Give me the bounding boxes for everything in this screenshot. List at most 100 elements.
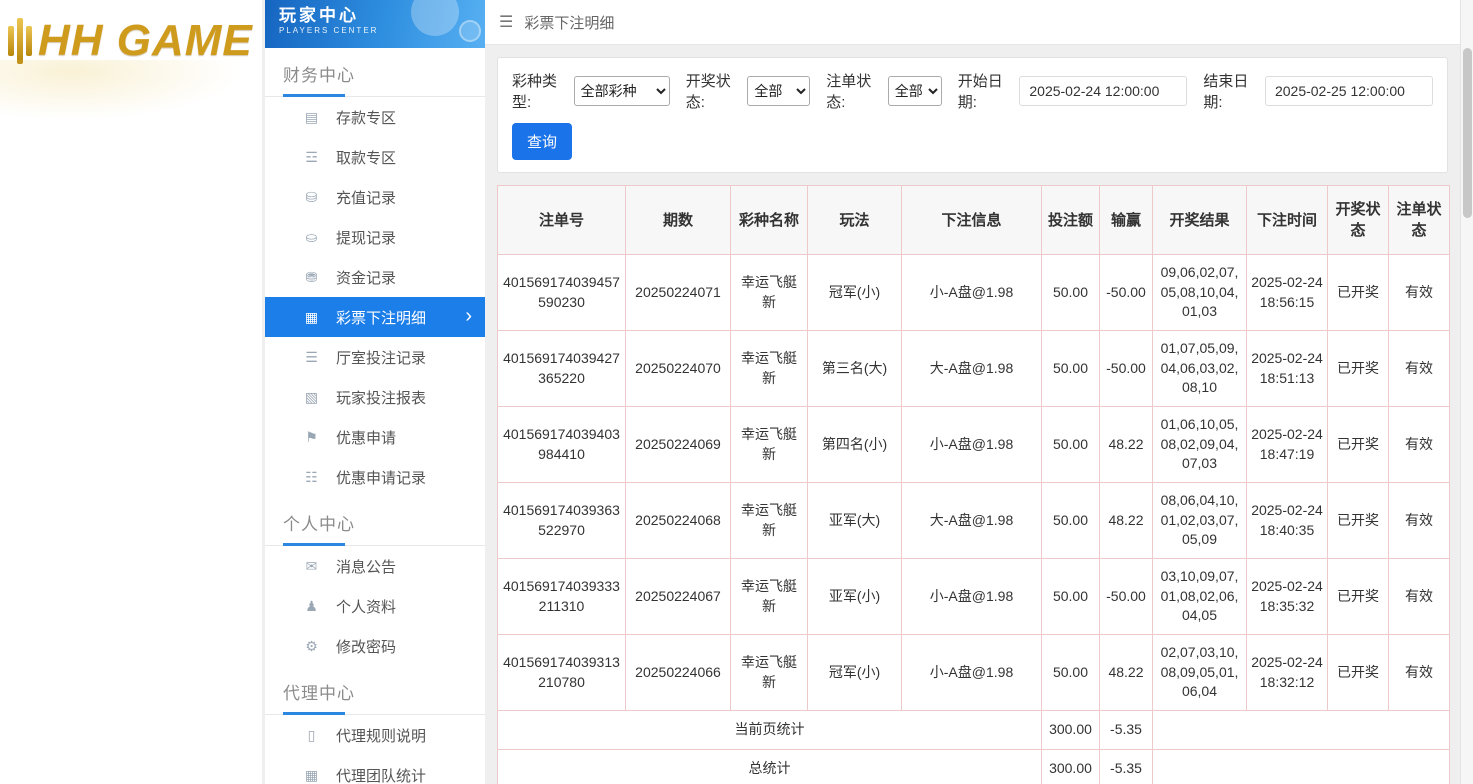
table-cell: 50.00 [1042,635,1100,711]
table-cell: 已开奖 [1328,407,1389,483]
table-cell: 小-A盘@1.98 [902,635,1042,711]
sidebar-menu: 财务中心▤存款专区☲取款专区⛁充值记录⛀提现记录⛃资金记录▦彩票下注明细›☰厅室… [265,48,485,784]
table-cell: 第三名(大) [808,331,902,407]
recharge-record-icon: ⛁ [303,189,320,206]
table-cell: 小-A盘@1.98 [902,255,1042,331]
announcement-icon: ✉ [303,558,320,575]
funds-record-icon: ⛃ [303,269,320,286]
table-cell: 大-A盘@1.98 [902,483,1042,559]
brand-logo: HH GAME [8,16,253,66]
page-root: HH GAME 玩家中心 PLAYERS CENTER 财务中心▤存款专区☲取款… [0,0,1473,784]
table-cell: 幸运飞艇新 [731,407,808,483]
sidebar-item[interactable]: ⛃资金记录 [265,257,485,297]
sidebar-section-title: 代理中心 [265,666,485,715]
table-cell: 20250224066 [626,635,731,711]
column-header: 下注信息 [902,186,1042,255]
lottery-bet-icon: ▦ [303,309,320,326]
sidebar-item[interactable]: ⛁充值记录 [265,177,485,217]
draw-status-select[interactable]: 全部 [747,76,810,106]
column-header: 期数 [626,186,731,255]
column-header: 开奖结果 [1153,186,1247,255]
sidebar-item-label: 消息公告 [336,556,396,577]
logo-glow [0,60,240,120]
sidebar-item[interactable]: ▤ 存款专区 [265,97,485,137]
table-cell: 有效 [1389,559,1450,635]
bet-records-table-card: 注单号期数彩种名称玩法下注信息投注额输赢开奖结果下注时间开奖状态注单状态 401… [497,185,1448,784]
query-button[interactable]: 查询 [512,123,572,160]
sidebar-item[interactable]: ▧玩家投注报表 [265,377,485,417]
end-date-label: 结束日期: [1203,70,1257,112]
summary-label: 当前页统计 [498,711,1042,750]
column-header: 开奖状态 [1328,186,1389,255]
table-cell: 20250224067 [626,559,731,635]
summary-empty [1153,749,1450,784]
brand-area: HH GAME [0,0,262,784]
table-cell: 已开奖 [1328,255,1389,331]
table-cell: 01,06,10,05,08,02,09,04,07,03 [1153,407,1247,483]
sidebar-item[interactable]: ☷优惠申请记录 [265,457,485,497]
sidebar-item-label: 取款专区 [336,147,396,168]
bet-status-label: 注单状态: [826,70,880,112]
table-cell: 有效 [1389,635,1450,711]
start-date-input[interactable] [1019,76,1187,106]
table-cell: 第四名(小) [808,407,902,483]
topbar: ☰ 彩票下注明细 [485,0,1460,45]
column-header: 彩种名称 [731,186,808,255]
sidebar: 玩家中心 PLAYERS CENTER 财务中心▤存款专区☲取款专区⛁充值记录⛀… [265,0,485,784]
column-header: 输赢 [1100,186,1153,255]
menu-toggle-icon[interactable]: ☰ [499,12,513,32]
table-header-row: 注单号期数彩种名称玩法下注信息投注额输赢开奖结果下注时间开奖状态注单状态 [498,186,1450,255]
deposit-icon: ▤ [303,109,320,126]
vertical-scrollbar[interactable] [1460,0,1473,784]
sidebar-item[interactable]: ▦彩票下注明细› [265,297,485,337]
sidebar-item-label: 存款专区 [336,107,396,128]
bet-status-select[interactable]: 全部 [888,76,942,106]
sidebar-item[interactable]: ⚑优惠申请 [265,417,485,457]
draw-status-label: 开奖状态: [686,70,740,112]
table-cell: 08,06,04,10,01,02,03,07,05,09 [1153,483,1247,559]
table-cell: 401569174039313210780 [498,635,626,711]
sidebar-item-label: 个人资料 [336,596,396,617]
lottery-type-select[interactable]: 全部彩种 [574,76,670,106]
table-cell: 401569174039333211310 [498,559,626,635]
end-date-input[interactable] [1265,76,1433,106]
filter-row: 彩种类型: 全部彩种 开奖状态: 全部 注单状态: 全部 开始日期: 结束日期: [512,70,1433,112]
table-cell: 幸运飞艇新 [731,483,808,559]
table-cell: 幸运飞艇新 [731,331,808,407]
table-cell: 20250224069 [626,407,731,483]
summary-empty [1153,711,1450,750]
sidebar-item-label: 代理团队统计 [336,765,426,784]
bet-records-table: 注单号期数彩种名称玩法下注信息投注额输赢开奖结果下注时间开奖状态注单状态 401… [497,185,1450,784]
table-cell: 有效 [1389,483,1450,559]
table-cell: 09,06,02,07,05,08,10,04,01,03 [1153,255,1247,331]
table-cell: 有效 [1389,331,1450,407]
sidebar-item[interactable]: ⛀提现记录 [265,217,485,257]
table-cell: 20250224068 [626,483,731,559]
column-header: 投注额 [1042,186,1100,255]
sidebar-item[interactable]: ▦ 代理团队统计 [265,755,485,784]
sidebar-item[interactable]: ✉ 消息公告 [265,546,485,586]
summary-label: 总统计 [498,749,1042,784]
sidebar-item[interactable]: ⚙修改密码 [265,626,485,666]
sidebar-item[interactable]: ▯代理规则说明 [265,715,485,755]
table-cell: 已开奖 [1328,331,1389,407]
agent-team-icon: ▦ [303,767,320,784]
sidebar-item[interactable]: ♟ 个人资料 [265,586,485,626]
table-cell: 2025-02-24 18:47:19 [1247,407,1328,483]
sidebar-item[interactable]: ☲取款专区 [265,137,485,177]
promo-apply-icon: ⚑ [303,429,320,446]
summary-row: 当前页统计300.00-5.35 [498,711,1450,750]
sidebar-item[interactable]: ☰厅室投注记录 [265,337,485,377]
sidebar-section-title: 个人中心 [265,497,485,546]
table-cell: 20250224071 [626,255,731,331]
scrollbar-thumb[interactable] [1463,48,1472,218]
table-cell: -50.00 [1100,255,1153,331]
filter-panel: 彩种类型: 全部彩种 开奖状态: 全部 注单状态: 全部 开始日期: 结束日期: [497,57,1448,173]
profile-icon: ♟ [303,598,320,615]
planet-decor-small-icon [459,20,481,42]
table-cell: 2025-02-24 18:32:12 [1247,635,1328,711]
agent-rules-icon: ▯ [303,727,320,744]
sidebar-header: 玩家中心 PLAYERS CENTER [265,0,485,48]
sidebar-item-label: 厅室投注记录 [336,347,426,368]
table-cell: 幸运飞艇新 [731,635,808,711]
